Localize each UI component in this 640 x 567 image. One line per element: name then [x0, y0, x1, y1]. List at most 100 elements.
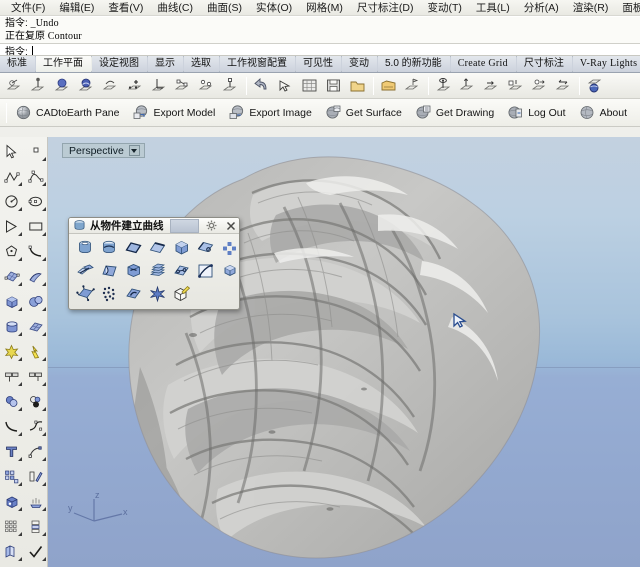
- cplane-flip-icon[interactable]: [552, 75, 575, 97]
- layer-icon[interactable]: [1, 540, 24, 563]
- tab-standard[interactable]: 标准: [0, 56, 40, 72]
- menu-tools[interactable]: 工具(L): [469, 0, 517, 15]
- chevron-down-icon[interactable]: [128, 145, 140, 156]
- menu-analyze[interactable]: 分析(A): [517, 0, 566, 15]
- menu-curve[interactable]: 曲线(C): [150, 0, 200, 15]
- surface-sweep-icon[interactable]: [25, 265, 48, 288]
- explode-icon[interactable]: [1, 340, 24, 363]
- duplicate-border-icon[interactable]: [122, 237, 144, 258]
- cross-section-icon[interactable]: [146, 283, 168, 304]
- surface-from-points-icon[interactable]: [1, 265, 24, 288]
- boolean-split-icon[interactable]: [25, 340, 48, 363]
- grid-settings-icon[interactable]: [298, 75, 321, 97]
- menu-panels[interactable]: 面板(P): [615, 0, 640, 15]
- redo-view-change-icon[interactable]: [274, 75, 297, 97]
- lighting-icon[interactable]: [25, 490, 48, 513]
- menu-edit[interactable]: 编辑(E): [52, 0, 101, 15]
- extract-points-icon[interactable]: [218, 237, 239, 258]
- cplane-origin-icon[interactable]: [3, 75, 26, 97]
- menu-view[interactable]: 查看(V): [101, 0, 150, 15]
- command-input[interactable]: 指令:: [0, 43, 640, 55]
- cplane-universal-icon[interactable]: [432, 75, 455, 97]
- cylinder-solid-icon[interactable]: [1, 315, 24, 338]
- menu-render[interactable]: 渲染(R): [566, 0, 616, 15]
- undo-view-change-icon[interactable]: [250, 75, 273, 97]
- cplane-match-icon[interactable]: [504, 75, 527, 97]
- block-icon[interactable]: [25, 515, 48, 538]
- cplane-three-point-icon[interactable]: [123, 75, 146, 97]
- silhouette-icon[interactable]: [98, 260, 120, 281]
- duplicate-edge-icon[interactable]: [146, 237, 168, 258]
- surface-edge-curve-icon[interactable]: [122, 283, 144, 304]
- cplane-z-icon[interactable]: [456, 75, 479, 97]
- polyline-icon[interactable]: [1, 165, 24, 188]
- cplane-swap-icon[interactable]: [480, 75, 503, 97]
- rectangle-icon[interactable]: [25, 215, 48, 238]
- export-image-button[interactable]: Export Image: [224, 101, 318, 124]
- draw-curve-on-surface-icon[interactable]: [170, 283, 192, 304]
- control-point-curve-icon[interactable]: [25, 165, 48, 188]
- contour-icon[interactable]: [146, 260, 168, 281]
- get-drawing-button[interactable]: Get Drawing: [411, 101, 501, 124]
- tab-vray-lights[interactable]: V-Ray Lights: [572, 56, 640, 72]
- perspective-viewport[interactable]: Perspective y z x 从物件建立曲线: [48, 137, 640, 567]
- check-object-icon[interactable]: [25, 540, 48, 563]
- curve-from-object-palette[interactable]: 从物件建立曲线: [68, 217, 240, 310]
- curve-from-two-views-icon[interactable]: [170, 260, 192, 281]
- cadtoearth-pane-button[interactable]: CADtoEarth Pane: [11, 101, 126, 124]
- extract-wireframe-icon[interactable]: [218, 260, 239, 281]
- cplane-elevation-icon[interactable]: [27, 75, 50, 97]
- tab-whats-new-50[interactable]: 5.0 的新功能: [378, 56, 455, 72]
- section-icon[interactable]: [122, 260, 144, 281]
- menu-transform[interactable]: 变动(T): [421, 0, 469, 15]
- orient-icon[interactable]: [25, 465, 48, 488]
- grid-array-icon[interactable]: [1, 515, 24, 538]
- unroll-surface-icon[interactable]: [74, 283, 96, 304]
- blend-curve-icon[interactable]: [25, 415, 48, 438]
- duplicate-face-border-icon[interactable]: [170, 237, 192, 258]
- arc-icon[interactable]: [1, 215, 24, 238]
- close-icon[interactable]: [224, 219, 237, 232]
- split-icon[interactable]: [25, 365, 48, 388]
- log-out-button[interactable]: Log Out: [503, 101, 572, 124]
- about-button[interactable]: About: [575, 101, 634, 124]
- sphere-solid-icon[interactable]: [25, 290, 48, 313]
- free-form-curve-icon[interactable]: [25, 240, 48, 263]
- polygon-icon[interactable]: [1, 240, 24, 263]
- boolean-difference-icon[interactable]: [25, 390, 48, 413]
- cplane-align-icon[interactable]: [401, 75, 424, 97]
- cplane-to-object-icon[interactable]: [51, 75, 74, 97]
- mesh-plane-icon[interactable]: [25, 315, 48, 338]
- create-uv-curves-icon[interactable]: [194, 260, 216, 281]
- cplane-perpendicular-icon[interactable]: [147, 75, 170, 97]
- save-cplane-icon[interactable]: [322, 75, 345, 97]
- tab-visibility[interactable]: 可见性: [296, 56, 346, 72]
- cplane-to-surface-icon[interactable]: [75, 75, 98, 97]
- menu-solid[interactable]: 实体(O): [249, 0, 299, 15]
- extract-isocurve-icon[interactable]: [74, 237, 96, 258]
- intersect-curve-icon[interactable]: [74, 260, 96, 281]
- menu-mesh[interactable]: 网格(M): [299, 0, 350, 15]
- point-icon[interactable]: [25, 140, 48, 163]
- palette-drag-area[interactable]: [169, 218, 199, 233]
- get-surface-button[interactable]: Get Surface: [321, 101, 409, 124]
- project-curve-icon[interactable]: [98, 237, 120, 258]
- tab-dimension[interactable]: 尺寸标注: [516, 56, 577, 72]
- box-solid-icon[interactable]: [1, 290, 24, 313]
- menu-file[interactable]: 文件(F): [4, 0, 52, 15]
- duplicate-mesh-edge-icon[interactable]: [194, 237, 216, 258]
- array-icon[interactable]: [1, 465, 24, 488]
- cplane-next-icon[interactable]: [171, 75, 194, 97]
- render-icon[interactable]: [1, 490, 24, 513]
- text-object-icon[interactable]: [1, 440, 24, 463]
- tab-viewport-layout[interactable]: 工作视窗配置: [220, 56, 300, 72]
- gear-icon[interactable]: [205, 219, 218, 232]
- cplane-sync-icon[interactable]: [528, 75, 551, 97]
- trim-icon[interactable]: [1, 365, 24, 388]
- tab-transform[interactable]: 变动: [342, 56, 382, 72]
- named-cplane-icon[interactable]: [346, 75, 369, 97]
- cplane-world-icon[interactable]: [219, 75, 242, 97]
- point-editing-icon[interactable]: [25, 440, 48, 463]
- menu-dimension[interactable]: 尺寸标注(D): [350, 0, 421, 15]
- restore-cplane-icon[interactable]: [377, 75, 400, 97]
